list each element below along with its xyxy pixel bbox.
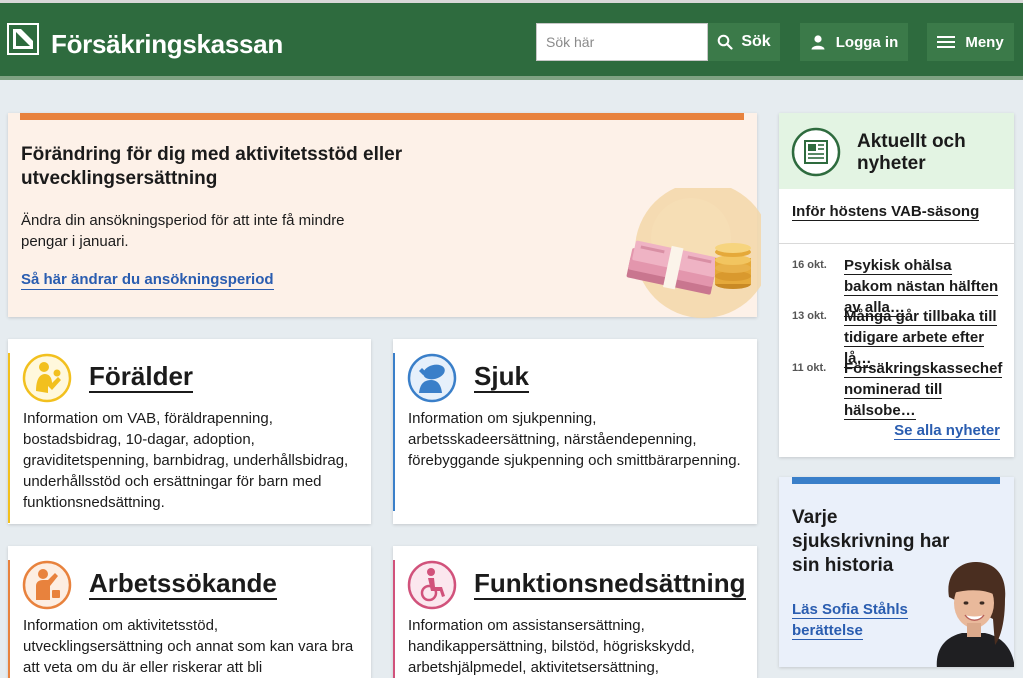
menu-button-label: Meny: [965, 33, 1004, 51]
login-button-label: Logga in: [835, 33, 899, 51]
hero-link[interactable]: Så här ändrar du ansökningsperiod: [21, 271, 274, 290]
header-divider: [0, 76, 1023, 80]
promo-link[interactable]: Läs Sofia Ståhls berättelse: [792, 599, 922, 641]
portrait-photo: [936, 561, 1014, 667]
card-title[interactable]: Sjuk: [474, 361, 529, 393]
brand-name[interactable]: Försäkringskassan: [51, 29, 283, 60]
parent-icon: [22, 353, 72, 403]
logo-icon[interactable]: [7, 23, 39, 55]
card-foralder[interactable]: Förälder Information om VAB, föräldrapen…: [8, 339, 371, 524]
hero-banner: Förändring för dig med aktivitetsstöd el…: [8, 113, 761, 318]
card-accent: [393, 560, 395, 678]
card-title[interactable]: Förälder: [89, 361, 194, 393]
news-divider: [779, 243, 1014, 244]
news-panel: Aktuellt och nyheter Inför höstens VAB-s…: [779, 113, 1014, 457]
card-text: Information om aktivitetsstöd, utvecklin…: [23, 617, 354, 676]
job-seeker-icon: [22, 560, 72, 610]
news-header: Aktuellt och nyheter: [779, 113, 1014, 189]
card-sjuk[interactable]: Sjuk Information om sjukpenning, arbetss…: [393, 339, 757, 524]
search-icon: [718, 34, 733, 50]
site-header: Försäkringskassan Sök Logga in Meny: [0, 0, 1023, 76]
user-icon: [811, 35, 825, 50]
card-title[interactable]: Funktionsnedsättning: [474, 568, 746, 600]
search-button[interactable]: Sök: [708, 23, 780, 61]
see-all-news-link[interactable]: Se alla nyheter: [894, 422, 1000, 440]
news-item-title[interactable]: Försäkringskassechef nominerad till häls…: [844, 358, 1004, 421]
promo-card[interactable]: Varje sjukskrivning har sin historia Läs…: [779, 477, 1014, 667]
hamburger-icon: [937, 36, 956, 48]
login-button[interactable]: Logga in: [800, 23, 908, 61]
hero-text: Ändra din ansökningsperiod för att inte …: [21, 212, 345, 250]
card-funktionsnedsattning[interactable]: Funktionsnedsättning Information om assi…: [393, 546, 757, 678]
news-date: 13 okt.: [792, 310, 827, 322]
card-arbetssokande[interactable]: Arbetssökande Information om aktivitetss…: [8, 546, 371, 678]
news-featured-link[interactable]: Inför höstens VAB-säsong: [792, 203, 980, 221]
card-accent: [8, 353, 10, 523]
promo-accent-bar: [792, 477, 1000, 484]
card-text: Information om sjukpenning, arbetsskadee…: [408, 410, 741, 469]
card-text: Information om VAB, föräldrapenning, bos…: [23, 410, 349, 511]
search-button-label: Sök: [741, 33, 771, 50]
menu-button[interactable]: Meny: [927, 23, 1014, 61]
card-accent: [393, 353, 395, 511]
news-date: 16 okt.: [792, 259, 827, 271]
newspaper-icon: [791, 127, 841, 177]
card-text: Information om assistansersättning, hand…: [408, 617, 695, 676]
sick-person-icon: [407, 353, 457, 403]
hero-title: Förändring för dig med aktivitetsstöd el…: [21, 144, 403, 189]
news-date: 11 okt.: [792, 362, 827, 374]
news-title: Aktuellt och nyheter: [857, 131, 966, 174]
wheelchair-icon: [407, 560, 457, 610]
hero-accent-bar: [20, 113, 744, 120]
card-title[interactable]: Arbetssökande: [89, 568, 277, 600]
search-input[interactable]: [536, 23, 708, 61]
money-illustration-icon: [626, 188, 761, 318]
card-accent: [8, 560, 10, 678]
